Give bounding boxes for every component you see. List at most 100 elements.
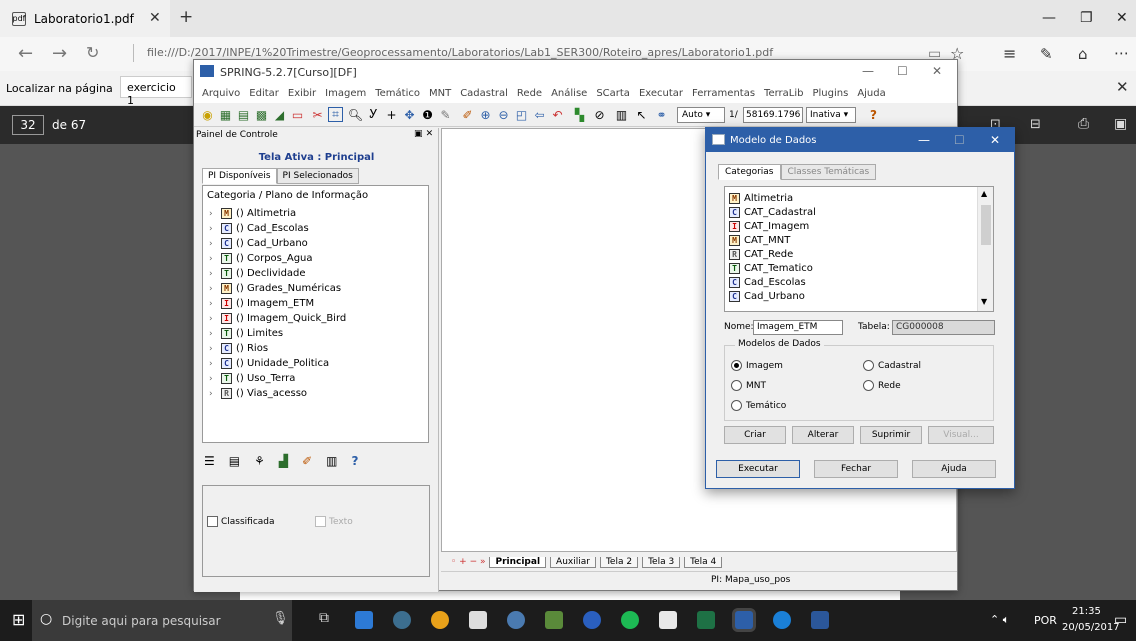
scroll-thumb[interactable]: [981, 205, 991, 245]
state-select[interactable]: Inativa ▾: [806, 107, 856, 123]
list-item[interactable]: I CAT_Imagem: [729, 219, 809, 233]
link-icon[interactable]: ⚭: [654, 107, 669, 122]
draw-icon[interactable]: ◢: [272, 107, 287, 122]
close-find-icon[interactable]: ✕: [1116, 78, 1129, 96]
visual-button[interactable]: Visual...: [928, 426, 994, 444]
file-explorer-icon[interactable]: [355, 611, 373, 629]
scroll-down-icon[interactable]: ▼: [981, 297, 987, 306]
menu-analise[interactable]: Análise: [551, 88, 587, 99]
list-item[interactable]: › T () Declividade: [209, 266, 306, 281]
spring-taskbar-icon[interactable]: [735, 611, 753, 629]
dialog-maximize-icon[interactable]: ☐: [954, 133, 965, 147]
list-item[interactable]: M Altimetria: [729, 191, 793, 205]
scrollbar[interactable]: ▲ ▼: [977, 187, 993, 311]
grid-icon[interactable]: ▩: [254, 107, 269, 122]
r-icon[interactable]: [583, 611, 601, 629]
nome-input[interactable]: Imagem_ETM: [753, 320, 843, 335]
menu-imagem[interactable]: Imagem: [325, 88, 366, 99]
back-view-icon[interactable]: ⇦: [532, 107, 547, 122]
spring-close-icon[interactable]: ✕: [932, 64, 942, 78]
cursor-info-icon[interactable]: ↖: [634, 107, 649, 122]
table-view-icon[interactable]: ▥: [326, 454, 337, 468]
filter-icon[interactable]: ✂: [310, 107, 325, 122]
measure-icon[interactable]: Ꭹ: [366, 107, 381, 122]
spring-minimize-icon[interactable]: —: [862, 64, 874, 78]
menu-rede[interactable]: Rede: [517, 88, 542, 99]
menu-arquivo[interactable]: Arquivo: [202, 88, 240, 99]
radio-cadastral[interactable]: Cadastral: [863, 360, 921, 371]
cursor-icon[interactable]: +: [384, 107, 399, 122]
zoom-in-icon[interactable]: ⊕: [478, 107, 493, 122]
menu-terralib[interactable]: TerraLib: [764, 88, 803, 99]
tab-auxiliar[interactable]: Auxiliar: [550, 556, 596, 568]
panel-help-icon[interactable]: ?: [352, 454, 359, 468]
language-indicator[interactable]: POR: [1034, 614, 1057, 627]
dialog-minimize-icon[interactable]: —: [918, 133, 930, 147]
tab-tela-3[interactable]: Tela 3: [642, 556, 681, 568]
tab-classes-tematicas[interactable]: Classes Temáticas: [780, 164, 877, 180]
zoom-area-icon[interactable]: ◰: [514, 107, 529, 122]
scale-icon[interactable]: ⊘: [592, 107, 607, 122]
menu-plugins[interactable]: Plugins: [812, 88, 848, 99]
restore-icon[interactable]: ❐: [1080, 10, 1093, 26]
radio-tematico[interactable]: Temático: [731, 400, 786, 411]
tab-tela-4[interactable]: Tela 4: [684, 556, 723, 568]
radio-imagem[interactable]: Imagem: [731, 360, 783, 371]
list-item[interactable]: C Cad_Escolas: [729, 275, 806, 289]
menu-scarta[interactable]: SCarta: [596, 88, 630, 99]
list-item[interactable]: › R () Vias_acesso: [209, 386, 307, 401]
print-icon[interactable]: ⎙: [1078, 116, 1089, 132]
fechar-button[interactable]: Fechar: [814, 460, 898, 478]
project-icon[interactable]: ▦: [218, 107, 233, 122]
zoom-out-icon[interactable]: ⊖: [496, 107, 511, 122]
classificada-checkbox[interactable]: Classificada: [207, 516, 275, 527]
database-icon[interactable]: ◉: [200, 107, 215, 122]
menu-ferramentas[interactable]: Ferramentas: [692, 88, 755, 99]
tab-pi-disponiveis[interactable]: PI Disponíveis: [202, 168, 277, 184]
save-icon[interactable]: ▣: [1114, 116, 1127, 132]
tab-categorias[interactable]: Categorias: [718, 164, 781, 180]
app-icon[interactable]: [507, 611, 525, 629]
tab-tela-2[interactable]: Tela 2: [599, 556, 639, 568]
clock-date[interactable]: 20/05/2017: [1062, 622, 1120, 633]
table-icon[interactable]: ▥: [614, 107, 629, 122]
list-item[interactable]: › M () Altimetria: [209, 206, 296, 221]
mail-icon[interactable]: [469, 611, 487, 629]
dialog-close-icon[interactable]: ✕: [990, 133, 1000, 147]
share-icon[interactable]: ⌂: [1078, 45, 1088, 63]
chrome-icon[interactable]: [431, 611, 449, 629]
list-item[interactable]: › C () Rios: [209, 341, 268, 356]
pencil-icon[interactable]: ✐: [460, 107, 475, 122]
radio-mnt[interactable]: MNT: [731, 380, 766, 391]
layout-icon[interactable]: ⊟: [1030, 117, 1041, 132]
refresh-icon[interactable]: ↻: [86, 43, 99, 62]
menu-ajuda[interactable]: Ajuda: [857, 88, 885, 99]
close-tab-icon[interactable]: ✕: [149, 10, 161, 26]
list-item[interactable]: › T () Uso_Terra: [209, 371, 295, 386]
window-icon[interactable]: ▭: [290, 107, 305, 122]
add-screen-icon[interactable]: ◦ + − »: [451, 557, 485, 567]
tab-principal[interactable]: Principal: [489, 556, 547, 568]
list-item[interactable]: › T () Limites: [209, 326, 283, 341]
qgis-icon[interactable]: [545, 611, 563, 629]
windows-start-icon[interactable]: ⊞: [12, 610, 25, 629]
edit-pi-icon[interactable]: ✐: [302, 454, 312, 468]
tab-pi-selecionados[interactable]: PI Selecionados: [276, 168, 359, 184]
hub-icon[interactable]: ≡: [1003, 44, 1016, 63]
list-item[interactable]: C Cad_Urbano: [729, 289, 805, 303]
browser-tab[interactable]: pdf Laboratorio1.pdf: [0, 0, 170, 37]
edit-icon[interactable]: ✎: [438, 107, 453, 122]
alterar-button[interactable]: Alterar: [792, 426, 854, 444]
list-item[interactable]: › I () Imagem_Quick_Bird: [209, 311, 346, 326]
spotify-icon[interactable]: [621, 611, 639, 629]
new-tab-button[interactable]: +: [179, 7, 193, 27]
list-item[interactable]: M CAT_MNT: [729, 233, 790, 247]
list-item[interactable]: › I () Imagem_ETM: [209, 296, 314, 311]
legend-icon[interactable]: ⚘: [254, 454, 265, 468]
list-item[interactable]: R CAT_Rede: [729, 247, 793, 261]
executar-button[interactable]: Executar: [716, 460, 800, 478]
panel-float-close-icon[interactable]: ▣ ✕: [414, 129, 433, 139]
pan-icon[interactable]: ✥: [402, 107, 417, 122]
minimize-icon[interactable]: —: [1042, 10, 1056, 26]
list-item[interactable]: T CAT_Tematico: [729, 261, 813, 275]
